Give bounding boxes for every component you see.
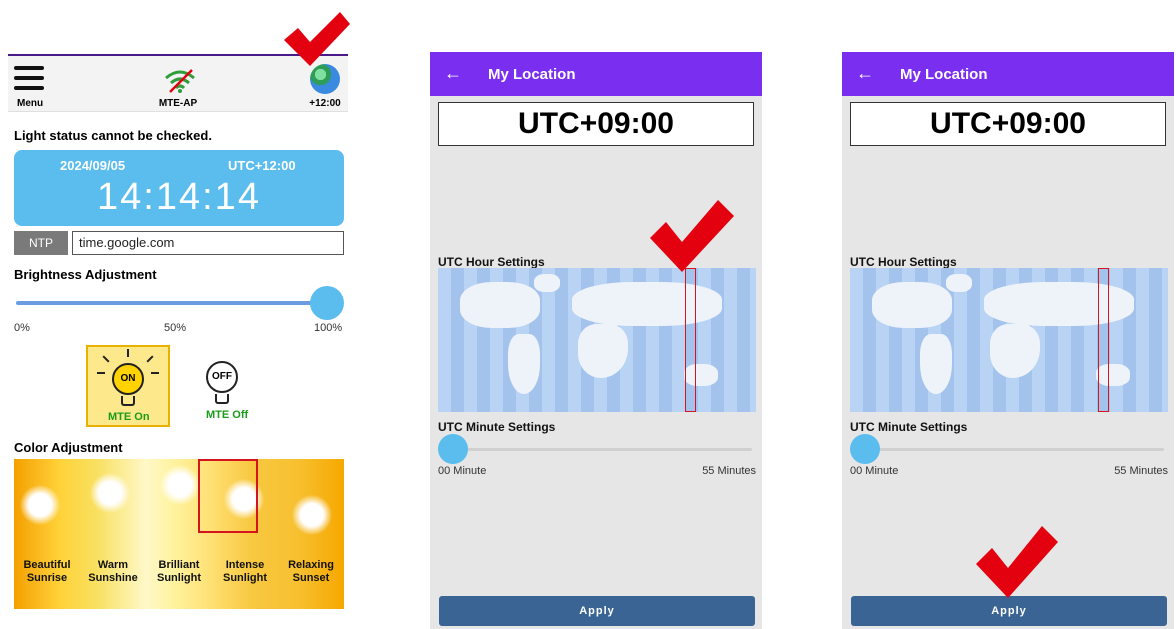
eurasia-shape bbox=[984, 282, 1134, 326]
check-mark-icon bbox=[284, 12, 350, 66]
color-option-line1: Brilliant bbox=[158, 559, 200, 571]
ray bbox=[151, 372, 159, 374]
color-strip: Beautiful Sunrise Warm Sunshine Brillian… bbox=[14, 459, 344, 609]
clock-card: 2024/09/05 UTC+12:00 14:14:14 bbox=[14, 150, 344, 226]
color-option-line2: Sunlight bbox=[223, 572, 267, 584]
wifi-off-icon[interactable] bbox=[162, 66, 198, 94]
ray bbox=[127, 349, 129, 357]
color-option-line1: Intense bbox=[225, 559, 265, 571]
map-band bbox=[850, 268, 863, 412]
glow bbox=[90, 473, 130, 513]
ntp-server-input[interactable]: time.google.com bbox=[72, 231, 344, 255]
selected-timezone-column[interactable] bbox=[685, 268, 696, 412]
ray bbox=[97, 372, 105, 374]
color-option-beautiful-sunrise[interactable]: Beautiful Sunrise bbox=[14, 559, 80, 585]
bulb-base bbox=[121, 396, 135, 406]
brightness-title: Brightness Adjustment bbox=[14, 267, 157, 282]
mte-off-button[interactable]: OFF MTE Off bbox=[194, 345, 278, 427]
map-band bbox=[1162, 268, 1168, 412]
back-arrow-icon[interactable]: ← bbox=[444, 64, 462, 82]
utc-display: UTC+09:00 bbox=[850, 102, 1166, 146]
greenland-shape bbox=[534, 274, 560, 292]
color-option-line2: Sunshine bbox=[88, 572, 138, 584]
color-option-line2: Sunrise bbox=[26, 572, 68, 584]
north-america-shape bbox=[872, 282, 952, 328]
color-option-relaxing-sunset[interactable]: Relaxing Sunset bbox=[278, 559, 344, 585]
clock-utc: UTC+12:00 bbox=[228, 158, 296, 173]
apply-button[interactable]: Apply bbox=[439, 596, 755, 626]
greenland-shape bbox=[946, 274, 972, 292]
minute-max-label: 55 Minutes bbox=[702, 465, 756, 477]
ray bbox=[146, 355, 154, 363]
clock-time: 14:14:14 bbox=[97, 176, 261, 218]
utc-minute-title: UTC Minute Settings bbox=[850, 420, 968, 434]
light-status-text: Light status cannot be checked. bbox=[14, 128, 212, 143]
main-screen: Menu MTE-AP +12:00 Light status cannot b… bbox=[8, 54, 348, 629]
glow bbox=[20, 485, 60, 525]
south-america-shape bbox=[508, 334, 540, 394]
map-band bbox=[724, 268, 737, 412]
bulb-off-icon: OFF bbox=[206, 361, 238, 393]
ray bbox=[102, 355, 110, 363]
glow bbox=[160, 465, 200, 505]
brightness-mid-label: 50% bbox=[164, 322, 187, 334]
south-america-shape bbox=[920, 334, 952, 394]
brightness-slider-knob[interactable] bbox=[310, 286, 344, 320]
back-arrow-icon[interactable]: ← bbox=[856, 64, 874, 82]
menu-icon[interactable] bbox=[14, 66, 44, 92]
color-option-brilliant-sunlight[interactable]: Brilliant Sunlight bbox=[146, 559, 212, 585]
brightness-min-label: 0% bbox=[14, 322, 30, 334]
color-option-line2: Sunset bbox=[292, 572, 330, 584]
color-option-warm-sunshine[interactable]: Warm Sunshine bbox=[80, 559, 146, 585]
mte-on-label: MTE On bbox=[108, 411, 150, 423]
minute-max-label: 55 Minutes bbox=[1114, 465, 1168, 477]
brightness-slider-track[interactable] bbox=[16, 301, 326, 305]
globe-icon[interactable] bbox=[310, 64, 340, 94]
location-title: My Location bbox=[900, 66, 988, 83]
color-option-line1: Warm bbox=[97, 559, 129, 571]
ntp-button[interactable]: NTP bbox=[14, 231, 68, 255]
location-title: My Location bbox=[488, 66, 576, 83]
minute-min-label: 00 Minute bbox=[850, 465, 899, 477]
location-header: ← My Location bbox=[842, 52, 1174, 96]
selected-color-highlight bbox=[198, 459, 258, 533]
timezone-map[interactable] bbox=[438, 268, 756, 412]
check-mark-icon bbox=[650, 200, 734, 272]
map-band bbox=[1136, 268, 1149, 412]
minute-slider-track[interactable] bbox=[438, 448, 752, 451]
bulb-base bbox=[215, 394, 229, 404]
minute-min-label: 00 Minute bbox=[438, 465, 487, 477]
color-option-intense-sunlight[interactable]: Intense Sunlight bbox=[212, 559, 278, 585]
location-header: ← My Location bbox=[430, 52, 762, 96]
wifi-network-label: MTE-AP bbox=[158, 98, 198, 109]
minute-slider-track[interactable] bbox=[850, 448, 1164, 451]
clock-date: 2024/09/05 bbox=[60, 158, 126, 173]
color-title: Color Adjustment bbox=[14, 440, 123, 455]
timezone-map[interactable] bbox=[850, 268, 1168, 412]
color-option-line1: Relaxing bbox=[288, 559, 334, 571]
selected-timezone-column[interactable] bbox=[1098, 268, 1109, 412]
north-america-shape bbox=[460, 282, 540, 328]
utc-hour-title: UTC Hour Settings bbox=[850, 255, 957, 269]
minute-slider-knob[interactable] bbox=[850, 434, 880, 464]
utc-minute-title: UTC Minute Settings bbox=[438, 420, 556, 434]
utc-display: UTC+09:00 bbox=[438, 102, 754, 146]
eurasia-shape bbox=[572, 282, 722, 326]
mte-off-label: MTE Off bbox=[206, 409, 249, 421]
mte-on-button[interactable]: ON MTE On bbox=[86, 345, 170, 427]
minute-slider-knob[interactable] bbox=[438, 434, 468, 464]
map-band bbox=[438, 268, 451, 412]
color-option-line2: Sunlight bbox=[157, 572, 201, 584]
apply-button[interactable]: Apply bbox=[851, 596, 1167, 626]
check-mark-icon bbox=[976, 526, 1058, 598]
brightness-max-label: 100% bbox=[314, 322, 343, 334]
bulb-on-icon: ON bbox=[112, 363, 144, 395]
timezone-label: +12:00 bbox=[309, 98, 341, 109]
utc-hour-title: UTC Hour Settings bbox=[438, 255, 545, 269]
glow bbox=[292, 495, 332, 535]
color-option-line1: Beautiful bbox=[23, 559, 71, 571]
menu-label: Menu bbox=[17, 98, 44, 109]
map-band bbox=[750, 268, 756, 412]
my-location-screen: ← My Location UTC+09:00 UTC Hour Setting… bbox=[430, 52, 762, 629]
